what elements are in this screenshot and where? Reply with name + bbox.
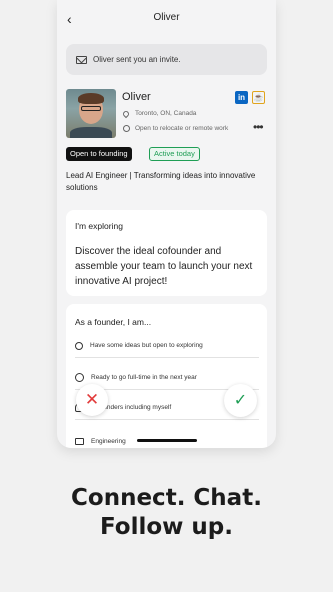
list-item: Have some ideas but open to exploring: [75, 334, 259, 358]
avatar[interactable]: [66, 89, 116, 138]
more-options-icon[interactable]: •••: [253, 120, 264, 134]
phone-screen: ‹ Oliver Oliver sent you an invite. Oliv…: [57, 0, 276, 448]
active-today-badge: Active today: [149, 147, 200, 161]
location-pin-icon: [121, 109, 131, 118]
location-row: Toronto, ON, Canada: [121, 109, 197, 118]
promo-tagline: Connect. Chat. Follow up.: [0, 484, 333, 542]
exploring-label: I'm exploring: [75, 221, 123, 231]
top-bar: ‹ Oliver: [57, 0, 276, 40]
page-title: Oliver: [153, 12, 180, 23]
location-text: Toronto, ON, Canada: [135, 110, 197, 117]
exploring-text: Discover the ideal cofounder and assembl…: [75, 246, 253, 287]
home-indicator: [137, 439, 197, 442]
invite-banner: Oliver sent you an invite.: [66, 44, 267, 75]
linkedin-icon[interactable]: in: [235, 91, 248, 104]
timer-icon: [75, 373, 84, 382]
globe-icon: [123, 125, 130, 132]
briefcase-icon: [75, 438, 84, 445]
relocation-row: Open to relocate or remote work: [123, 125, 228, 132]
relocation-text: Open to relocate or remote work: [135, 125, 229, 132]
accept-button[interactable]: ✓: [224, 384, 257, 417]
reject-button[interactable]: ✕: [76, 384, 108, 416]
founder-label: As a founder, I am...: [75, 317, 152, 327]
list-item-text: Have some ideas but open to exploring: [90, 342, 203, 349]
invite-text: Oliver sent you an invite.: [93, 55, 181, 64]
profile-headline: Lead AI Engineer | Transforming ideas in…: [66, 171, 256, 192]
profile-name: Oliver: [122, 91, 151, 103]
list-item-text: Engineering: [91, 438, 126, 445]
founder-card: As a founder, I am... Have some ideas bu…: [66, 304, 267, 448]
envelope-icon: [76, 55, 87, 64]
search-icon: [75, 341, 83, 350]
open-to-founding-badge: Open to founding: [66, 147, 132, 161]
tagline-line-1: Connect. Chat.: [71, 485, 262, 511]
tagline-line-2: Follow up.: [100, 514, 233, 540]
list-item-text: Ready to go full-time in the next year: [91, 374, 197, 381]
coffee-cup-icon[interactable]: ☕: [252, 91, 265, 104]
exploring-card: I'm exploring Discover the ideal cofound…: [66, 210, 267, 296]
